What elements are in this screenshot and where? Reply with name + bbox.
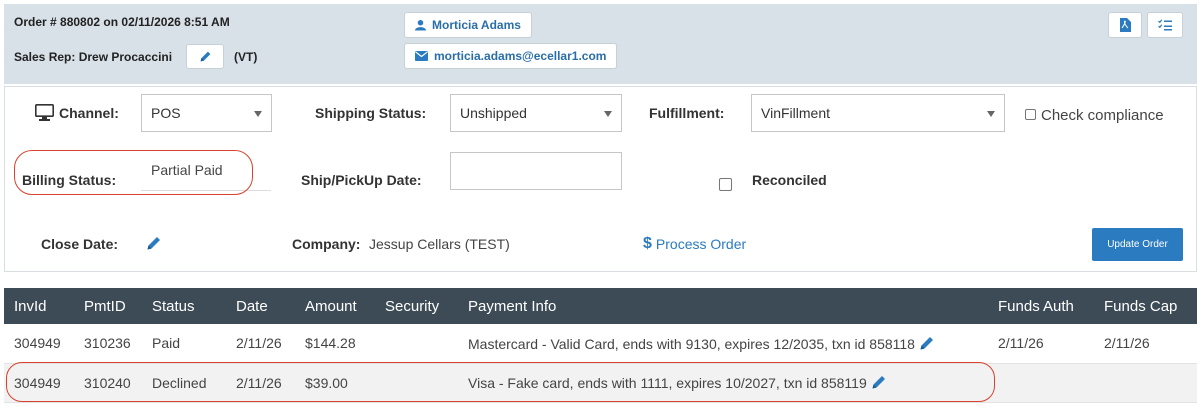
security-cell (375, 363, 458, 403)
channel-select[interactable]: POS (141, 94, 272, 132)
pencil-icon[interactable] (919, 335, 935, 351)
inv-id-cell: 304949 (4, 363, 74, 403)
funds-cap-cell: 2/11/26 (1094, 324, 1197, 364)
company-value: Jessup Cellars (TEST) (369, 236, 510, 252)
inv-id-cell: 304949 (4, 324, 74, 364)
payment-info-cell: Mastercard - Valid Card, ends with 9130,… (458, 324, 988, 364)
column-header: Date (236, 297, 268, 315)
customer-name-button[interactable]: Morticia Adams (404, 12, 532, 38)
fulfillment-select[interactable]: VinFillment (751, 94, 1005, 132)
reconciled-checkbox[interactable] (719, 178, 732, 191)
column-header: Security (385, 297, 440, 315)
chevron-down-icon (254, 111, 262, 117)
company-label: Company: (292, 236, 361, 252)
update-order-button[interactable]: Update Order (1092, 228, 1183, 261)
billing-status-underline (141, 190, 271, 191)
column-header: Payment Info (468, 297, 557, 315)
shipping-status-select[interactable]: Unshipped (450, 94, 622, 132)
check-compliance-checkbox[interactable] (1025, 109, 1036, 120)
amount-cell: $39.00 (295, 363, 375, 403)
shipping-status-label: Shipping Status: (315, 105, 427, 121)
status-cell: Declined (142, 363, 226, 403)
column-header: Funds Auth (998, 297, 1074, 315)
dollar-icon: $ (643, 235, 652, 252)
table-header-row: InvId PmtID Status Date Amount Security … (4, 288, 1197, 324)
date-cell: 2/11/26 (226, 324, 295, 364)
customer-email: morticia.adams@ecellar1.com (434, 49, 607, 63)
payment-info-cell: Visa - Fake card, ends with 1111, expire… (458, 363, 988, 403)
column-header: Amount (305, 297, 357, 315)
customer-name: Morticia Adams (432, 18, 521, 32)
reconciled-label: Reconciled (752, 172, 827, 188)
customer-email-button[interactable]: morticia.adams@ecellar1.com (404, 43, 618, 69)
pmt-id-cell: 310240 (74, 363, 142, 403)
funds-auth-cell: 2/11/26 (988, 324, 1094, 364)
order-header: Order # 880802 on 02/11/2026 8:51 AM Sal… (4, 4, 1197, 84)
billing-status-label: Billing Status: (22, 172, 117, 188)
funds-cap-cell (1094, 363, 1197, 403)
status-cell: Paid (142, 324, 226, 364)
pencil-icon[interactable] (871, 374, 887, 390)
process-order-link[interactable]: $ Process Order (643, 235, 746, 253)
process-order-label: Process Order (655, 236, 747, 252)
state-label: (VT) (234, 50, 258, 64)
shipping-status-value: Unshipped (460, 105, 527, 121)
fulfillment-label: Fulfillment: (649, 105, 725, 121)
checklist-button[interactable] (1147, 12, 1183, 38)
pdf-file-icon (1119, 18, 1131, 32)
chevron-down-icon (987, 111, 995, 117)
funds-auth-cell (988, 363, 1094, 403)
amount-cell: $144.28 (295, 324, 375, 364)
ship-date-label: Ship/PickUp Date: (301, 172, 422, 188)
checklist-icon (1158, 19, 1172, 31)
check-compliance-label: Check compliance (1041, 107, 1164, 124)
pdf-button[interactable] (1108, 12, 1142, 38)
table-row: 304949 310240 Declined 2/11/26 $39.00 Vi… (4, 363, 1197, 403)
fulfillment-value: VinFillment (761, 105, 830, 121)
column-header: Status (152, 297, 195, 315)
ship-date-input[interactable] (450, 152, 622, 190)
sales-rep-label: Sales Rep: Drew Procaccini (14, 50, 173, 64)
payment-info-text: Mastercard - Valid Card, ends with 9130,… (468, 335, 915, 352)
pmt-id-cell: 310236 (74, 324, 142, 364)
column-header: InvId (14, 297, 47, 315)
close-date-label: Close Date: (41, 236, 119, 252)
pencil-icon (200, 51, 210, 62)
security-cell (375, 324, 458, 364)
chevron-down-icon (604, 111, 612, 117)
payment-info-text: Visa - Fake card, ends with 1111, expire… (468, 375, 867, 391)
payments-table: InvId PmtID Status Date Amount Security … (4, 288, 1197, 403)
channel-label: Channel: (59, 105, 119, 121)
user-icon (415, 19, 426, 31)
channel-value: POS (151, 105, 181, 121)
edit-sales-rep-button[interactable] (186, 44, 224, 69)
column-header: PmtID (84, 297, 126, 315)
table-row: 304949 310236 Paid 2/11/26 $144.28 Maste… (4, 324, 1197, 364)
column-header: Funds Cap (1104, 297, 1178, 315)
monitor-icon (35, 104, 54, 121)
envelope-icon (415, 51, 428, 61)
pencil-icon[interactable] (146, 235, 162, 251)
order-title: Order # 880802 on 02/11/2026 8:51 AM (14, 15, 230, 29)
date-cell: 2/11/26 (226, 363, 295, 403)
billing-status-value: Partial Paid (151, 162, 223, 178)
